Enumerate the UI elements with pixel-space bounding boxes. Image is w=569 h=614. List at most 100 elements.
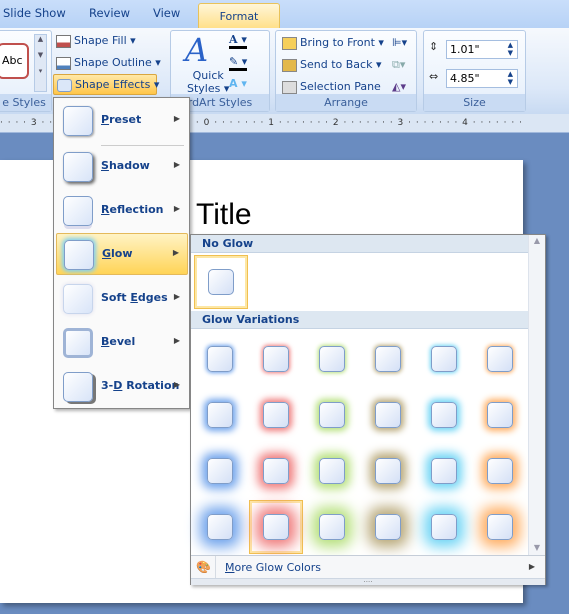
glow-option-r1-c6[interactable] [473,332,527,386]
glow-option-r1-c2[interactable] [249,332,303,386]
gallery-scroll[interactable]: ▲ ▼ ▾ [34,34,47,92]
shape-thumbnail [487,402,513,428]
shape-thumbnail [208,269,234,295]
menu-item-shadow[interactable]: Shadow ▶ [56,146,188,188]
shape-thumbnail [263,514,289,540]
shape-thumbnail [375,514,401,540]
bring-to-front-button[interactable]: Bring to Front ▾ [282,36,384,50]
shape-style-preview[interactable]: Abc [0,43,29,79]
glow-option-r4-c4[interactable] [361,500,415,554]
width-input[interactable]: 4.85" ▲ ▼ [446,69,518,88]
tab-view[interactable]: View [153,6,180,20]
shape-thumbnail [431,458,457,484]
glow-option-r4-c3[interactable] [305,500,359,554]
shape-thumbnail [375,346,401,372]
bring-front-icon [282,36,297,50]
quick-styles-button[interactable]: Quick Styles ▾ [187,69,229,95]
glow-option-r2-c2[interactable] [249,388,303,442]
shape-thumbnail [431,514,457,540]
effect-thumbnail-icon [63,106,93,136]
shape-thumbnail [207,346,233,372]
glow-option-r2-c5[interactable] [417,388,471,442]
shape-styles-gallery-group: Abc ▲ ▼ ▾ e Styles [0,30,52,112]
rotate-icon[interactable]: ◭▾ [392,80,406,93]
menu-item-preset[interactable]: Preset ▶ [56,100,188,146]
text-outline-icon[interactable]: ✎ ▾ [229,55,248,71]
glow-option-r4-c5[interactable] [417,500,471,554]
menu-item-3-d-rotation[interactable]: 3-D Rotation ▶ [56,366,188,408]
glow-option-r4-c2[interactable] [249,500,303,554]
shape-thumbnail [263,346,289,372]
tab-format[interactable]: Format [198,3,280,28]
glow-option-r1-c1[interactable] [193,332,247,386]
glow-option-r3-c4[interactable] [361,444,415,498]
resize-grip[interactable]: .... [191,577,545,585]
menu-item-glow[interactable]: Glow ▶ [56,233,188,275]
glow-option-r3-c1[interactable] [193,444,247,498]
no-glow-option[interactable] [194,255,248,309]
scroll-down-icon[interactable]: ▼ [529,543,545,552]
gallery-scrollbar[interactable]: ▲ ▼ [528,235,545,555]
glow-option-r2-c4[interactable] [361,388,415,442]
menu-item-reflection[interactable]: Reflection ▶ [56,190,188,232]
glow-variations-header: Glow Variations [191,311,528,329]
text-fill-icon[interactable]: A ▾ [229,33,247,49]
effect-thumbnail-icon [64,240,94,270]
more-glow-colors-label: More Glow Colors [225,561,322,574]
tab-slide-show[interactable]: Slide Show [3,6,66,20]
glow-option-r3-c6[interactable] [473,444,527,498]
submenu-arrow-icon: ▶ [173,160,180,169]
shape-thumbnail [375,458,401,484]
spinner-icon[interactable]: ▲ ▼ [508,70,513,86]
effect-thumbnail-icon [63,328,93,358]
group-icon[interactable]: ⧉▾ [392,58,405,72]
glow-option-r3-c2[interactable] [249,444,303,498]
effect-thumbnail-icon [63,372,93,402]
paint-bucket-icon [56,34,71,48]
shape-thumbnail [207,514,233,540]
shape-fill-label: Shape Fill [74,34,127,47]
glow-option-r1-c3[interactable] [305,332,359,386]
selection-pane-icon [282,80,297,94]
send-back-icon [282,58,297,72]
glow-option-r2-c3[interactable] [305,388,359,442]
submenu-arrow-icon: ▶ [173,380,180,389]
menu-item-label: Soft Edges [101,291,168,304]
tab-review[interactable]: Review [89,6,130,20]
shape-effects-button[interactable]: Shape Effects ▾ [53,74,159,95]
glow-option-r3-c5[interactable] [417,444,471,498]
menu-item-label: Reflection [101,203,164,216]
shape-fill-button[interactable]: Shape Fill ▾ [56,34,136,48]
slide-title[interactable]: Title [196,198,252,232]
menu-item-soft-edges[interactable]: Soft Edges ▶ [56,278,188,320]
glow-option-r1-c5[interactable] [417,332,471,386]
glow-option-r2-c1[interactable] [193,388,247,442]
shape-thumbnail [319,514,345,540]
spinner-icon[interactable]: ▲ ▼ [508,41,513,57]
glow-option-r2-c6[interactable] [473,388,527,442]
submenu-arrow-icon: ▶ [173,204,180,213]
shape-thumbnail [263,402,289,428]
submenu-arrow-icon: ▶ [173,292,180,301]
glow-option-r4-c1[interactable] [193,500,247,554]
group-label: Size [424,94,525,111]
shape-outline-button[interactable]: Shape Outline ▾ [56,56,161,70]
shape-thumbnail [263,458,289,484]
pencil-icon [56,56,71,70]
height-input[interactable]: 1.01" ▲ ▼ [446,40,518,59]
effect-thumbnail-icon [63,152,93,182]
menu-item-bevel[interactable]: Bevel ▶ [56,322,188,364]
menu-item-label: Glow [102,247,133,260]
selection-pane-button[interactable]: Selection Pane [282,80,381,94]
glow-option-r4-c6[interactable] [473,500,527,554]
shape-thumbnail [319,346,345,372]
shape-thumbnail [487,458,513,484]
shape-outline-label: Shape Outline [74,56,152,69]
shape-thumbnail [207,402,233,428]
glow-option-r1-c4[interactable] [361,332,415,386]
text-effects-icon[interactable]: A ▾ [229,77,247,90]
scroll-up-icon[interactable]: ▲ [529,236,545,245]
send-to-back-button[interactable]: Send to Back ▾ [282,58,381,72]
glow-option-r3-c3[interactable] [305,444,359,498]
align-icon[interactable]: ⊫▾ [392,36,407,49]
